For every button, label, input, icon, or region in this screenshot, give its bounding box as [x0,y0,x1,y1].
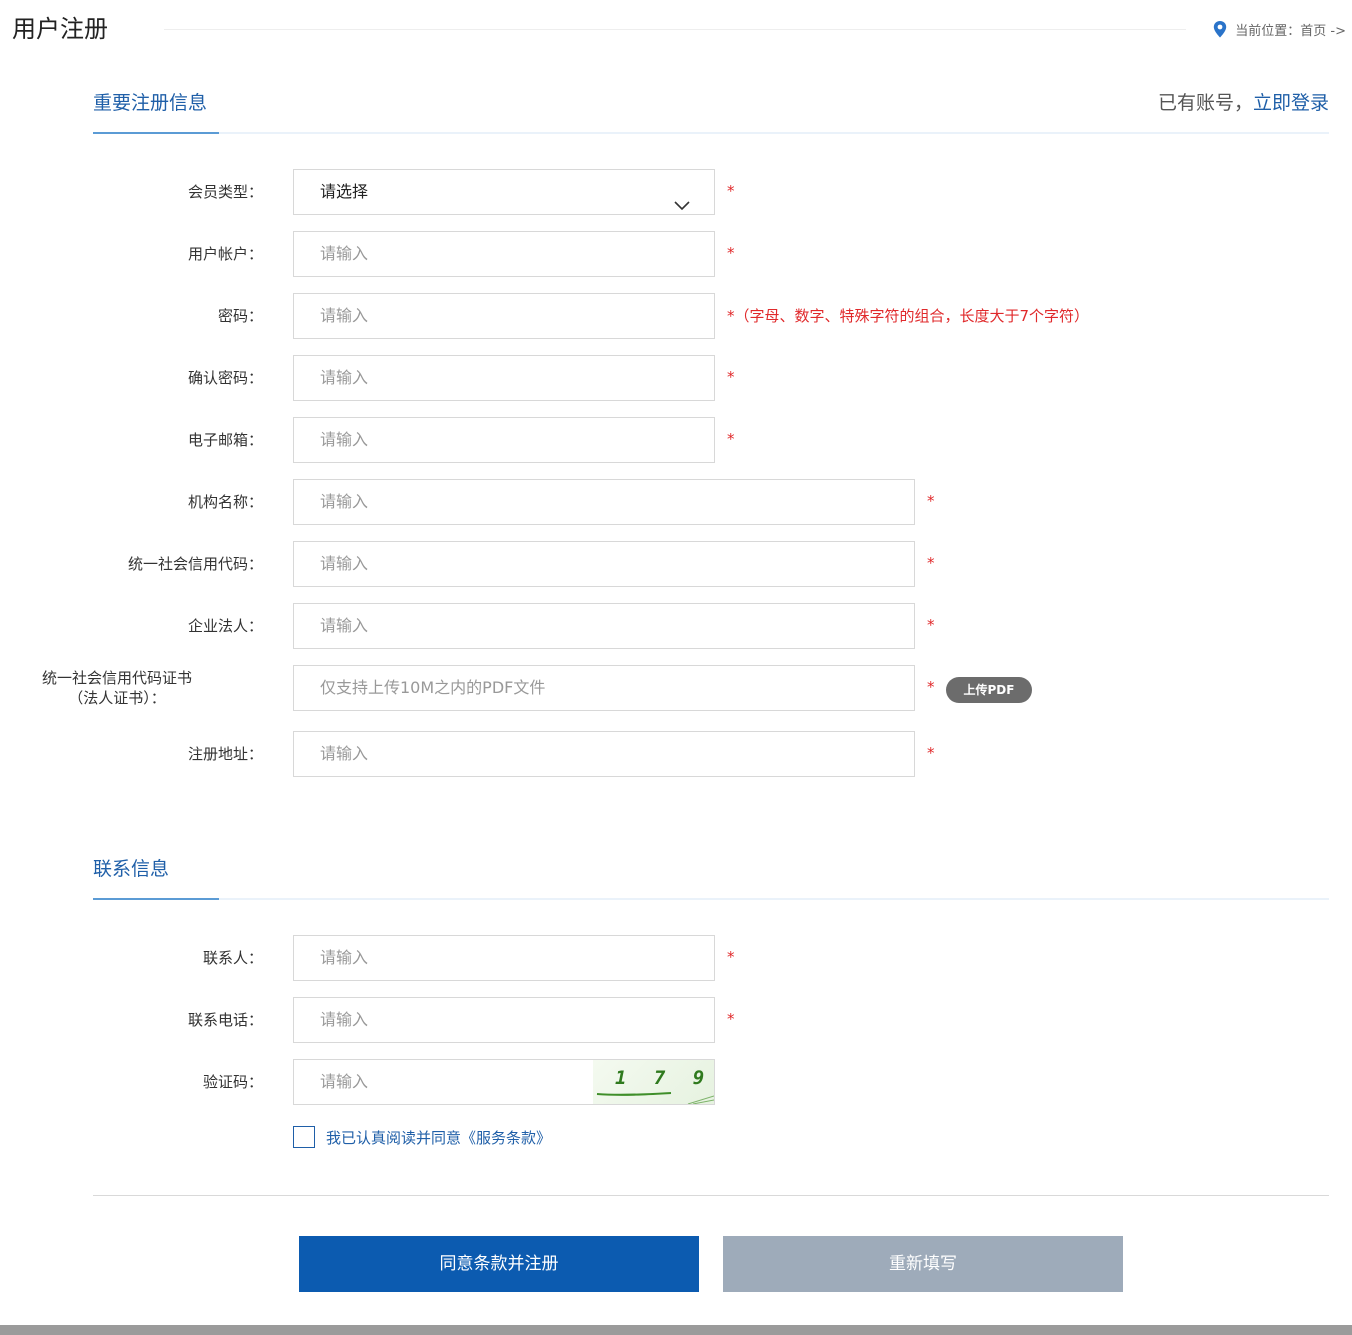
password-requirement: *（字母、数字、特殊字符的组合，长度大于7个字符） [727,293,1089,339]
form-divider [93,1195,1329,1196]
captcha-input[interactable]: 请输入 [320,1072,368,1091]
required-mark: * [927,616,935,634]
org-name-input[interactable]: 请输入 [293,479,915,525]
reset-button[interactable]: 重新填写 [723,1236,1123,1292]
section-header-main: 重要注册信息 已有账号，立即登录 [93,88,1329,134]
submit-button[interactable]: 同意条款并注册 [299,1236,699,1292]
member-type-label: 会员类型： [187,183,263,201]
password-input[interactable]: 请输入 [293,293,715,339]
breadcrumb-label: 当前位置： [1235,24,1301,39]
section-header-contact: 联系信息 [93,854,1329,900]
captcha-field: 请输入 1 7 9 [293,1059,715,1105]
title-divider [164,29,1186,30]
section-title-main: 重要注册信息 [93,92,208,114]
section-underline [93,898,1329,900]
member-type-select[interactable]: 请选择 [293,169,715,215]
login-prefix: 已有账号， [1157,92,1253,114]
agreement-text[interactable]: 我已认真阅读并同意《服务条款》 [326,1127,551,1148]
legal-person-label: 企业法人： [187,617,263,635]
certificate-label-line1: 统一社会信用代码证书 [41,669,192,687]
password-hint: （字母、数字、特殊字符的组合，长度大于7个字符） [734,307,1090,325]
member-type-value: 请选择 [320,182,369,201]
page-title: 用户注册 [12,15,108,43]
captcha-image[interactable]: 1 7 9 [593,1060,714,1104]
location-pin-icon [1213,21,1227,38]
account-input[interactable]: 请输入 [293,231,715,277]
required-mark: * [727,430,735,448]
address-input[interactable]: 请输入 [293,731,915,777]
email-label: 电子邮箱： [187,431,263,449]
legal-person-input[interactable]: 请输入 [293,603,915,649]
required-mark: * [927,744,935,762]
agreement-checkbox[interactable] [293,1126,315,1148]
account-label: 用户帐户： [187,245,263,263]
credit-code-label: 统一社会信用代码： [127,555,263,573]
breadcrumb-arrow: -> [1330,24,1346,39]
certificate-file-input[interactable]: 仅支持上传10M之内的PDF文件 [293,665,915,711]
breadcrumb-home-link[interactable]: 首页 [1300,24,1326,39]
section-underline [93,132,1329,134]
required-mark: * [927,492,935,510]
required-mark: * [727,307,735,325]
org-name-label: 机构名称： [187,493,263,511]
chevron-down-icon [674,184,690,228]
required-mark: * [727,244,735,262]
required-mark: * [727,368,735,386]
section-underline-active [93,898,219,900]
login-hint: 已有账号，立即登录 [1158,88,1329,118]
confirm-password-label: 确认密码： [187,369,263,387]
phone-input[interactable]: 请输入 [293,997,715,1043]
upload-pdf-button[interactable]: 上传PDF [946,677,1032,703]
contact-person-input[interactable]: 请输入 [293,935,715,981]
contact-person-label: 联系人： [202,949,263,967]
required-mark: * [727,1010,735,1028]
required-mark: * [727,182,735,200]
certificate-label: 统一社会信用代码证书 （法人证书）： [42,668,328,708]
section-underline-active [93,132,219,134]
confirm-password-input[interactable]: 请输入 [293,355,715,401]
captcha-text: 1 7 9 [615,1067,713,1089]
phone-label: 联系电话： [187,1011,263,1029]
breadcrumb: 当前位置：首页 -> [1213,20,1346,39]
certificate-label-line2: （法人证书）： [68,689,166,707]
required-mark: * [727,948,735,966]
section-title-contact: 联系信息 [93,858,170,880]
email-input[interactable]: 请输入 [293,417,715,463]
password-label: 密码： [217,307,263,325]
credit-code-input[interactable]: 请输入 [293,541,915,587]
footer-bar [0,1325,1352,1335]
captcha-label: 验证码： [202,1073,263,1091]
required-mark: * [927,678,935,696]
address-label: 注册地址： [187,745,263,763]
login-link[interactable]: 立即登录 [1253,92,1329,114]
agreement: 我已认真阅读并同意《服务条款》 [293,1126,551,1148]
required-mark: * [927,554,935,572]
